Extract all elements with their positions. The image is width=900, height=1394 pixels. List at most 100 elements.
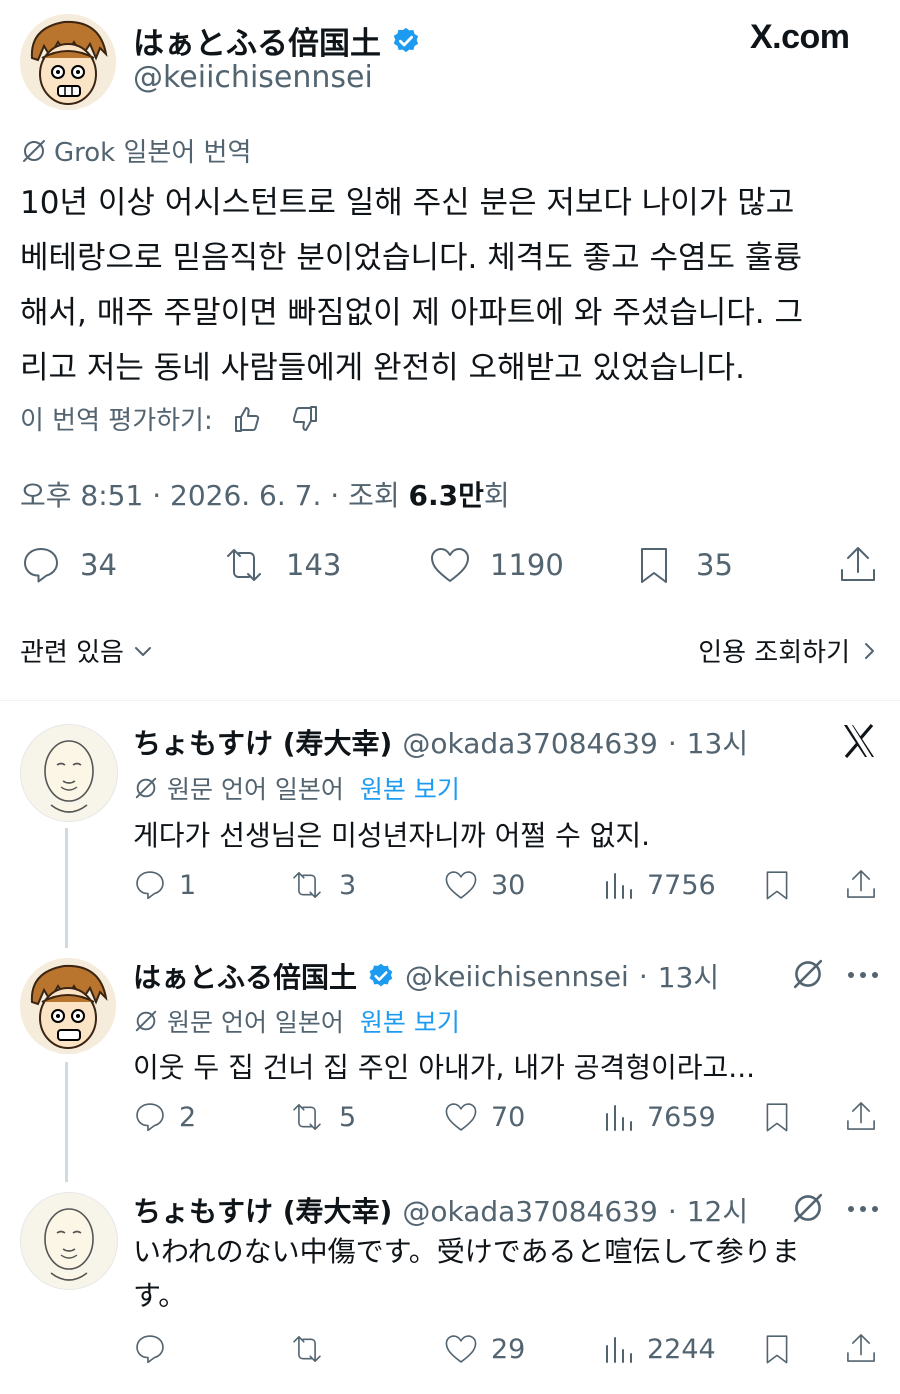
post-text-line: 리고 저는 동네 사람들에게 완전히 오해받고 있었습니다. xyxy=(20,350,745,386)
timestamp-text: 오후 8:51 · 2026. 6. 7. · 조회 xyxy=(20,479,409,512)
reply-action-bar: 29 2244 xyxy=(133,1332,893,1372)
bookmark-icon xyxy=(766,1103,788,1132)
related-toggle[interactable]: 관련 있음 xyxy=(20,632,154,669)
reply-button[interactable]: 34 xyxy=(20,544,117,586)
repost-icon xyxy=(293,1336,321,1362)
reply-handle[interactable]: @okada37084639 xyxy=(402,727,657,760)
repost-icon xyxy=(293,1104,321,1130)
like-button[interactable]: 1190 xyxy=(428,544,564,586)
reply-button[interactable]: 1 xyxy=(133,868,196,902)
separator-dot: · xyxy=(638,959,648,993)
separator-dot: · xyxy=(667,727,677,760)
reply-icon xyxy=(136,1103,164,1132)
view-original-link[interactable]: 원본 보기 xyxy=(360,1003,460,1039)
repost-button[interactable] xyxy=(287,1332,339,1366)
reply-text-line: す。 xyxy=(133,1279,187,1312)
views-button[interactable]: 7659 xyxy=(603,1100,716,1134)
related-label: 관련 있음 xyxy=(20,638,124,668)
views-suffix: 회 xyxy=(483,479,510,512)
repost-icon xyxy=(293,872,321,898)
translation-label[interactable]: Grok 일본어 번역 xyxy=(54,132,251,169)
thread-connector-line xyxy=(65,1062,68,1182)
reply-avatar[interactable] xyxy=(20,1192,118,1290)
reply-text: 이웃 두 집 건너 집 주인 아내가, 내가 공격형이라고... xyxy=(133,1051,756,1084)
more-options-icon[interactable] xyxy=(846,1204,880,1214)
bookmark-button[interactable]: 35 xyxy=(634,544,733,586)
view-quotes-link[interactable]: 인용 조회하기 xyxy=(698,632,880,669)
reply-time[interactable]: 13시 xyxy=(687,722,748,762)
share-icon xyxy=(847,1102,875,1130)
site-label: X.com xyxy=(750,18,850,56)
views-button[interactable]: 7756 xyxy=(603,868,716,902)
x-logo-icon[interactable] xyxy=(840,722,878,760)
post-text: 10년 이상 어시스턴트로 일해 주신 분은 저보다 나이가 많고 베테랑으로 … xyxy=(20,176,890,396)
views-count: 7659 xyxy=(647,1101,716,1133)
views-value: 6.3만 xyxy=(408,479,484,512)
reply-button[interactable] xyxy=(133,1332,179,1366)
author-avatar[interactable] xyxy=(20,14,116,110)
original-language-label: 원문 언어 일본어 xyxy=(167,775,344,804)
reply-time[interactable]: 12시 xyxy=(687,1190,748,1230)
reply-handle[interactable]: @keiichisennsei xyxy=(405,960,629,993)
reply-handle[interactable]: @okada37084639 xyxy=(402,1195,657,1228)
author-display-name[interactable]: はぁとふる倍国土 xyxy=(133,18,381,63)
translate-off-icon xyxy=(20,137,48,165)
translate-toggle-icon[interactable] xyxy=(790,1190,826,1226)
like-button[interactable]: 29 xyxy=(443,1332,525,1366)
bookmark-count: 35 xyxy=(696,548,733,582)
view-original-link[interactable]: 원본 보기 xyxy=(360,770,460,806)
reply-text: いわれのない中傷です。受けであると喧伝して参りま す。 xyxy=(133,1230,873,1318)
reply-icon xyxy=(20,544,62,586)
reply-display-name[interactable]: ちょもすけ (寿大幸) xyxy=(133,722,392,762)
chevron-right-icon xyxy=(860,640,880,662)
verified-badge-icon xyxy=(391,26,421,56)
rate-translation-label: 이 번역 평가하기: xyxy=(20,406,213,436)
share-icon xyxy=(847,870,875,898)
share-icon xyxy=(847,1334,875,1362)
repost-button[interactable]: 5 xyxy=(287,1100,356,1134)
bookmark-button[interactable] xyxy=(761,868,793,902)
separator-dot: · xyxy=(667,1195,677,1228)
post-timestamp[interactable]: 오후 8:51 · 2026. 6. 7. · 조회 6.3만회 xyxy=(20,474,510,514)
original-language-label: 원문 언어 일본어 xyxy=(167,1008,344,1037)
like-count: 30 xyxy=(491,869,526,901)
thumbs-up-icon[interactable] xyxy=(231,403,263,435)
reply-display-name[interactable]: はぁとふる倍国土 xyxy=(133,956,357,996)
repost-button[interactable]: 143 xyxy=(220,544,341,586)
share-icon xyxy=(836,542,880,586)
post-text-line: 해서, 매주 주말이면 빠짐없이 제 아파트에 와 주셨습니다. 그 xyxy=(20,295,804,331)
views-button[interactable]: 2244 xyxy=(603,1332,716,1366)
reply-display-name[interactable]: ちょもすけ (寿大幸) xyxy=(133,1190,392,1230)
reply-avatar[interactable] xyxy=(20,724,118,822)
reply-avatar[interactable] xyxy=(20,958,116,1054)
translate-off-icon xyxy=(133,775,159,801)
heart-icon xyxy=(428,544,472,586)
translate-toggle-icon[interactable] xyxy=(790,956,826,992)
share-button[interactable] xyxy=(843,1330,879,1366)
share-button[interactable] xyxy=(843,866,879,902)
reply-count: 1 xyxy=(179,869,197,901)
bookmark-button[interactable] xyxy=(761,1100,793,1134)
author-handle[interactable]: @keiichisennsei xyxy=(133,60,373,95)
views-count: 2244 xyxy=(647,1333,716,1365)
repost-button[interactable]: 3 xyxy=(287,868,356,902)
repost-count: 143 xyxy=(286,548,342,582)
translate-off-icon xyxy=(133,1008,159,1034)
repost-icon xyxy=(220,544,268,586)
reply-button[interactable]: 2 xyxy=(133,1100,196,1134)
bookmark-button[interactable] xyxy=(761,1332,793,1366)
more-options-icon[interactable] xyxy=(846,970,880,980)
share-button[interactable] xyxy=(836,542,880,586)
reply-count: 2 xyxy=(179,1101,197,1133)
like-button[interactable]: 70 xyxy=(443,1100,525,1134)
heart-icon xyxy=(445,871,477,899)
reply-action-bar: 1 3 30 7756 xyxy=(133,868,893,908)
share-button[interactable] xyxy=(843,1098,879,1134)
heart-icon xyxy=(445,1335,477,1363)
like-button[interactable]: 30 xyxy=(443,868,525,902)
reply-time[interactable]: 13시 xyxy=(658,956,719,996)
repost-count: 5 xyxy=(339,1101,357,1133)
reply-action-bar: 2 5 70 7659 xyxy=(133,1100,893,1140)
thumbs-down-icon[interactable] xyxy=(289,403,321,435)
view-quotes-label: 인용 조회하기 xyxy=(698,638,850,668)
